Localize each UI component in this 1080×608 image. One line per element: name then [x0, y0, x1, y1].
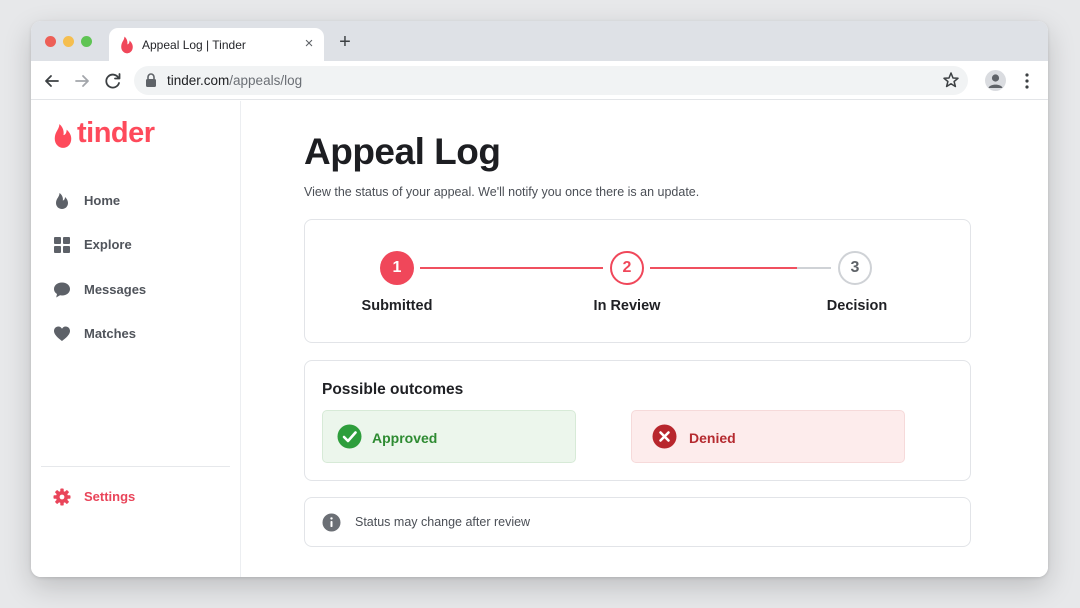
- page-subtitle: View the status of your appeal. We'll no…: [304, 185, 700, 199]
- step-decision-label: Decision: [826, 298, 888, 314]
- step-submitted-label: Submitted: [361, 298, 433, 314]
- outcome-approved-label: Approved: [372, 430, 438, 446]
- sidebar-item-label: Home: [84, 193, 121, 208]
- x-circle-icon: [652, 424, 677, 449]
- reload-icon[interactable]: [102, 70, 124, 92]
- appeal-progress-card: 1 2 3 Submitted In Review Decision: [304, 219, 971, 343]
- outcome-approved: Approved: [322, 410, 576, 463]
- sidebar: tinder Home Explore Messages Matches Set…: [31, 101, 241, 577]
- url-text: tinder.com/appeals/log: [167, 73, 302, 88]
- back-arrow-icon[interactable]: [41, 70, 63, 92]
- browser-toolbar: tinder.com/appeals/log: [31, 61, 1048, 100]
- status-note-text: Status may change after review: [355, 515, 531, 529]
- person-icon: [988, 74, 1003, 88]
- info-icon: [322, 513, 341, 532]
- outcome-denied: Denied: [631, 410, 905, 463]
- browser-window: Appeal Log | Tinder × + tinder.com/appea…: [31, 21, 1048, 577]
- tinder-flame-icon: [54, 124, 72, 148]
- outcomes-title: Possible outcomes: [322, 381, 464, 398]
- page-title: Appeal Log: [304, 131, 501, 172]
- url-path: /appeals/log: [229, 73, 303, 88]
- sidebar-item-matches[interactable]: Matches: [53, 322, 223, 346]
- profile-icon[interactable]: [985, 70, 1006, 91]
- tinder-flame-icon: [121, 36, 133, 54]
- main-content: Appeal Log View the status of your appea…: [242, 101, 1048, 577]
- new-tab-button[interactable]: +: [334, 31, 356, 53]
- address-bar[interactable]: tinder.com/appeals/log: [134, 66, 968, 95]
- star-icon[interactable]: [942, 71, 960, 89]
- browser-tab[interactable]: Appeal Log | Tinder ×: [109, 28, 324, 61]
- sidebar-item-explore[interactable]: Explore: [53, 233, 223, 257]
- sidebar-item-settings[interactable]: Settings: [53, 485, 223, 509]
- minimize-window-button[interactable]: [63, 36, 74, 47]
- step-submitted-indicator: 1: [380, 251, 414, 285]
- brand-name: tinder: [77, 117, 155, 149]
- progress-connector: [420, 267, 603, 269]
- lock-icon: [146, 73, 156, 87]
- status-note-card: Status may change after review: [304, 497, 971, 547]
- progress-connector: [650, 267, 797, 269]
- close-window-button[interactable]: [45, 36, 56, 47]
- heart-icon: [54, 326, 70, 341]
- sidebar-item-messages[interactable]: Messages: [53, 278, 223, 302]
- maximize-window-button[interactable]: [81, 36, 92, 47]
- progress-connector: [797, 267, 831, 269]
- tab-close-icon[interactable]: ×: [300, 35, 318, 53]
- step-decision-indicator: 3: [838, 251, 872, 285]
- sidebar-item-label: Messages: [84, 282, 147, 297]
- sidebar-divider: [41, 466, 230, 467]
- possible-outcomes-card: Possible outcomes Approved Denied: [304, 360, 971, 481]
- sidebar-item-label: Settings: [84, 489, 136, 504]
- tab-title: Appeal Log | Tinder: [142, 38, 246, 52]
- check-circle-icon: [337, 424, 362, 449]
- outcome-denied-label: Denied: [689, 430, 736, 446]
- kebab-menu-icon[interactable]: [1020, 71, 1034, 91]
- gear-icon: [53, 488, 71, 506]
- step-in-review-label: In Review: [593, 298, 661, 314]
- sidebar-item-label: Explore: [84, 237, 132, 252]
- sidebar-item-label: Matches: [84, 326, 137, 341]
- url-host: tinder.com: [167, 73, 230, 88]
- flame-icon: [56, 193, 68, 209]
- sidebar-item-home[interactable]: Home: [53, 189, 223, 213]
- step-in-review-indicator: 2: [610, 251, 644, 285]
- forward-arrow-icon[interactable]: [71, 70, 93, 92]
- grid-icon: [54, 237, 70, 253]
- chat-bubble-icon: [54, 282, 70, 298]
- tab-strip: Appeal Log | Tinder × +: [31, 21, 1048, 61]
